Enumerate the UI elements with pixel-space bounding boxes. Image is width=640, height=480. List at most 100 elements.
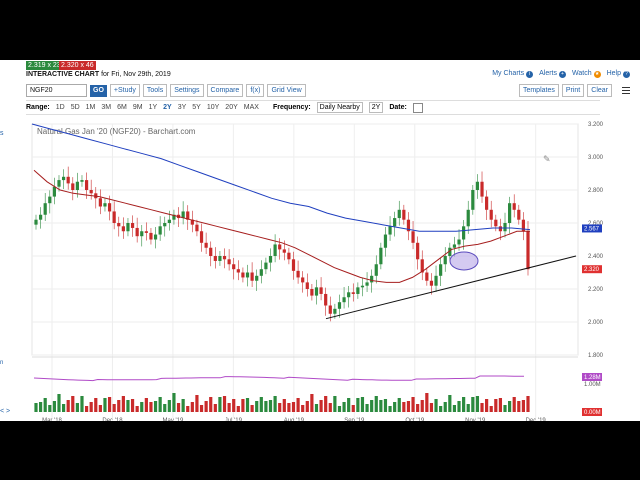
candle-body [305, 282, 309, 289]
volume-bar [508, 401, 512, 412]
candle-body [342, 297, 346, 303]
candle-body [268, 256, 273, 263]
candle-body [282, 249, 286, 253]
candle-body [130, 223, 135, 228]
volume-bar [268, 400, 273, 412]
volume-bar [75, 403, 79, 412]
volume-bar [471, 397, 475, 412]
support-trendline [325, 255, 577, 320]
y-tick-label: 3.200 [588, 122, 604, 128]
candle-body [163, 223, 167, 227]
candle-body [337, 302, 342, 309]
candle-body [314, 287, 319, 296]
candle-body [167, 219, 171, 223]
volume-label: 1.00M [584, 382, 601, 388]
candle-body [291, 259, 296, 271]
volume-bar [245, 398, 250, 412]
chart-app: 2.319 x 23 2.320 x 46 INTERACTIVE CHART … [0, 60, 640, 421]
volume-bar [38, 402, 43, 412]
volume-bar [360, 397, 365, 412]
candle-body [489, 209, 493, 220]
candle-body [213, 256, 217, 261]
candle-body [222, 256, 227, 260]
volume-bar [324, 396, 328, 412]
volume-bar [301, 405, 305, 412]
candle-body [411, 231, 415, 243]
candle-body [66, 176, 70, 184]
volume-bar [291, 402, 296, 412]
candle-body [273, 244, 277, 256]
volume-bar [494, 399, 498, 412]
volume-bar [402, 402, 406, 412]
volume-bar [153, 401, 158, 412]
candle-body [75, 181, 79, 190]
candle-body [379, 247, 383, 265]
indicator-line [33, 375, 525, 382]
price-label: 2.567 [584, 226, 600, 232]
volume-label: 1.28M [584, 375, 601, 381]
volume-bar [282, 399, 286, 412]
candle-body [278, 244, 282, 250]
volume-bar [167, 400, 171, 412]
candle-body [204, 242, 208, 248]
candle-body [429, 280, 434, 286]
volume-bar [420, 400, 424, 412]
volume-bar [48, 405, 52, 412]
candle-body [296, 270, 300, 278]
volume-bar [84, 406, 89, 412]
volume-bar [498, 398, 503, 412]
volume-bar [236, 406, 240, 412]
candle-body [512, 203, 516, 210]
volume-bar [517, 401, 521, 412]
candle-body [333, 308, 337, 314]
candle-body [416, 242, 420, 260]
candle-body [351, 292, 355, 294]
candle-body [480, 181, 484, 197]
volume-bar [176, 403, 181, 412]
x-tick-label: Mar '18 [42, 418, 62, 421]
candle-body [503, 223, 507, 232]
volume-bar [103, 398, 107, 412]
volume-bar [61, 404, 66, 412]
volume-bar [126, 400, 130, 412]
left-tab-2[interactable]: n [0, 360, 3, 366]
left-tab[interactable]: s [0, 130, 4, 137]
candle-body [61, 176, 66, 181]
volume-bar [342, 402, 346, 412]
x-tick-label: Nov '19 [465, 418, 486, 421]
volume-bar [351, 405, 355, 412]
volume-bar [89, 402, 93, 412]
x-tick-label: Aug '19 [284, 418, 305, 421]
volume-bar [117, 400, 121, 412]
volume-bar [121, 396, 125, 412]
candle-body [319, 287, 323, 294]
candle-body [365, 282, 369, 286]
volume-bar [383, 399, 388, 412]
annotation-ellipse [449, 251, 479, 271]
volume-bar [149, 402, 153, 412]
candle-body [347, 292, 351, 298]
volume-bar [439, 406, 443, 412]
volume-bar [328, 403, 332, 412]
volume-bar [365, 404, 369, 412]
candle-body [425, 272, 429, 281]
price-chart[interactable]: 3.2003.0002.8002.6002.4002.2002.0001.800… [0, 60, 640, 421]
volume-bar [411, 397, 415, 412]
volume-bar [195, 395, 199, 412]
candle-body [508, 203, 512, 223]
candle-body [121, 226, 125, 232]
volume-bar [172, 393, 176, 412]
candle-body [328, 305, 332, 314]
volume-bar [347, 398, 351, 412]
volume-bar [278, 403, 282, 412]
volume-bar [337, 406, 342, 412]
bottom-nav[interactable]: < > [0, 408, 10, 415]
volume-bar [250, 405, 254, 412]
candle-body [71, 183, 75, 190]
candle-body [466, 209, 470, 227]
volume-bar [287, 403, 291, 412]
candle-body [494, 219, 498, 227]
volume-bar [457, 401, 461, 412]
candle-body [112, 211, 116, 223]
volume-bar [107, 397, 112, 412]
